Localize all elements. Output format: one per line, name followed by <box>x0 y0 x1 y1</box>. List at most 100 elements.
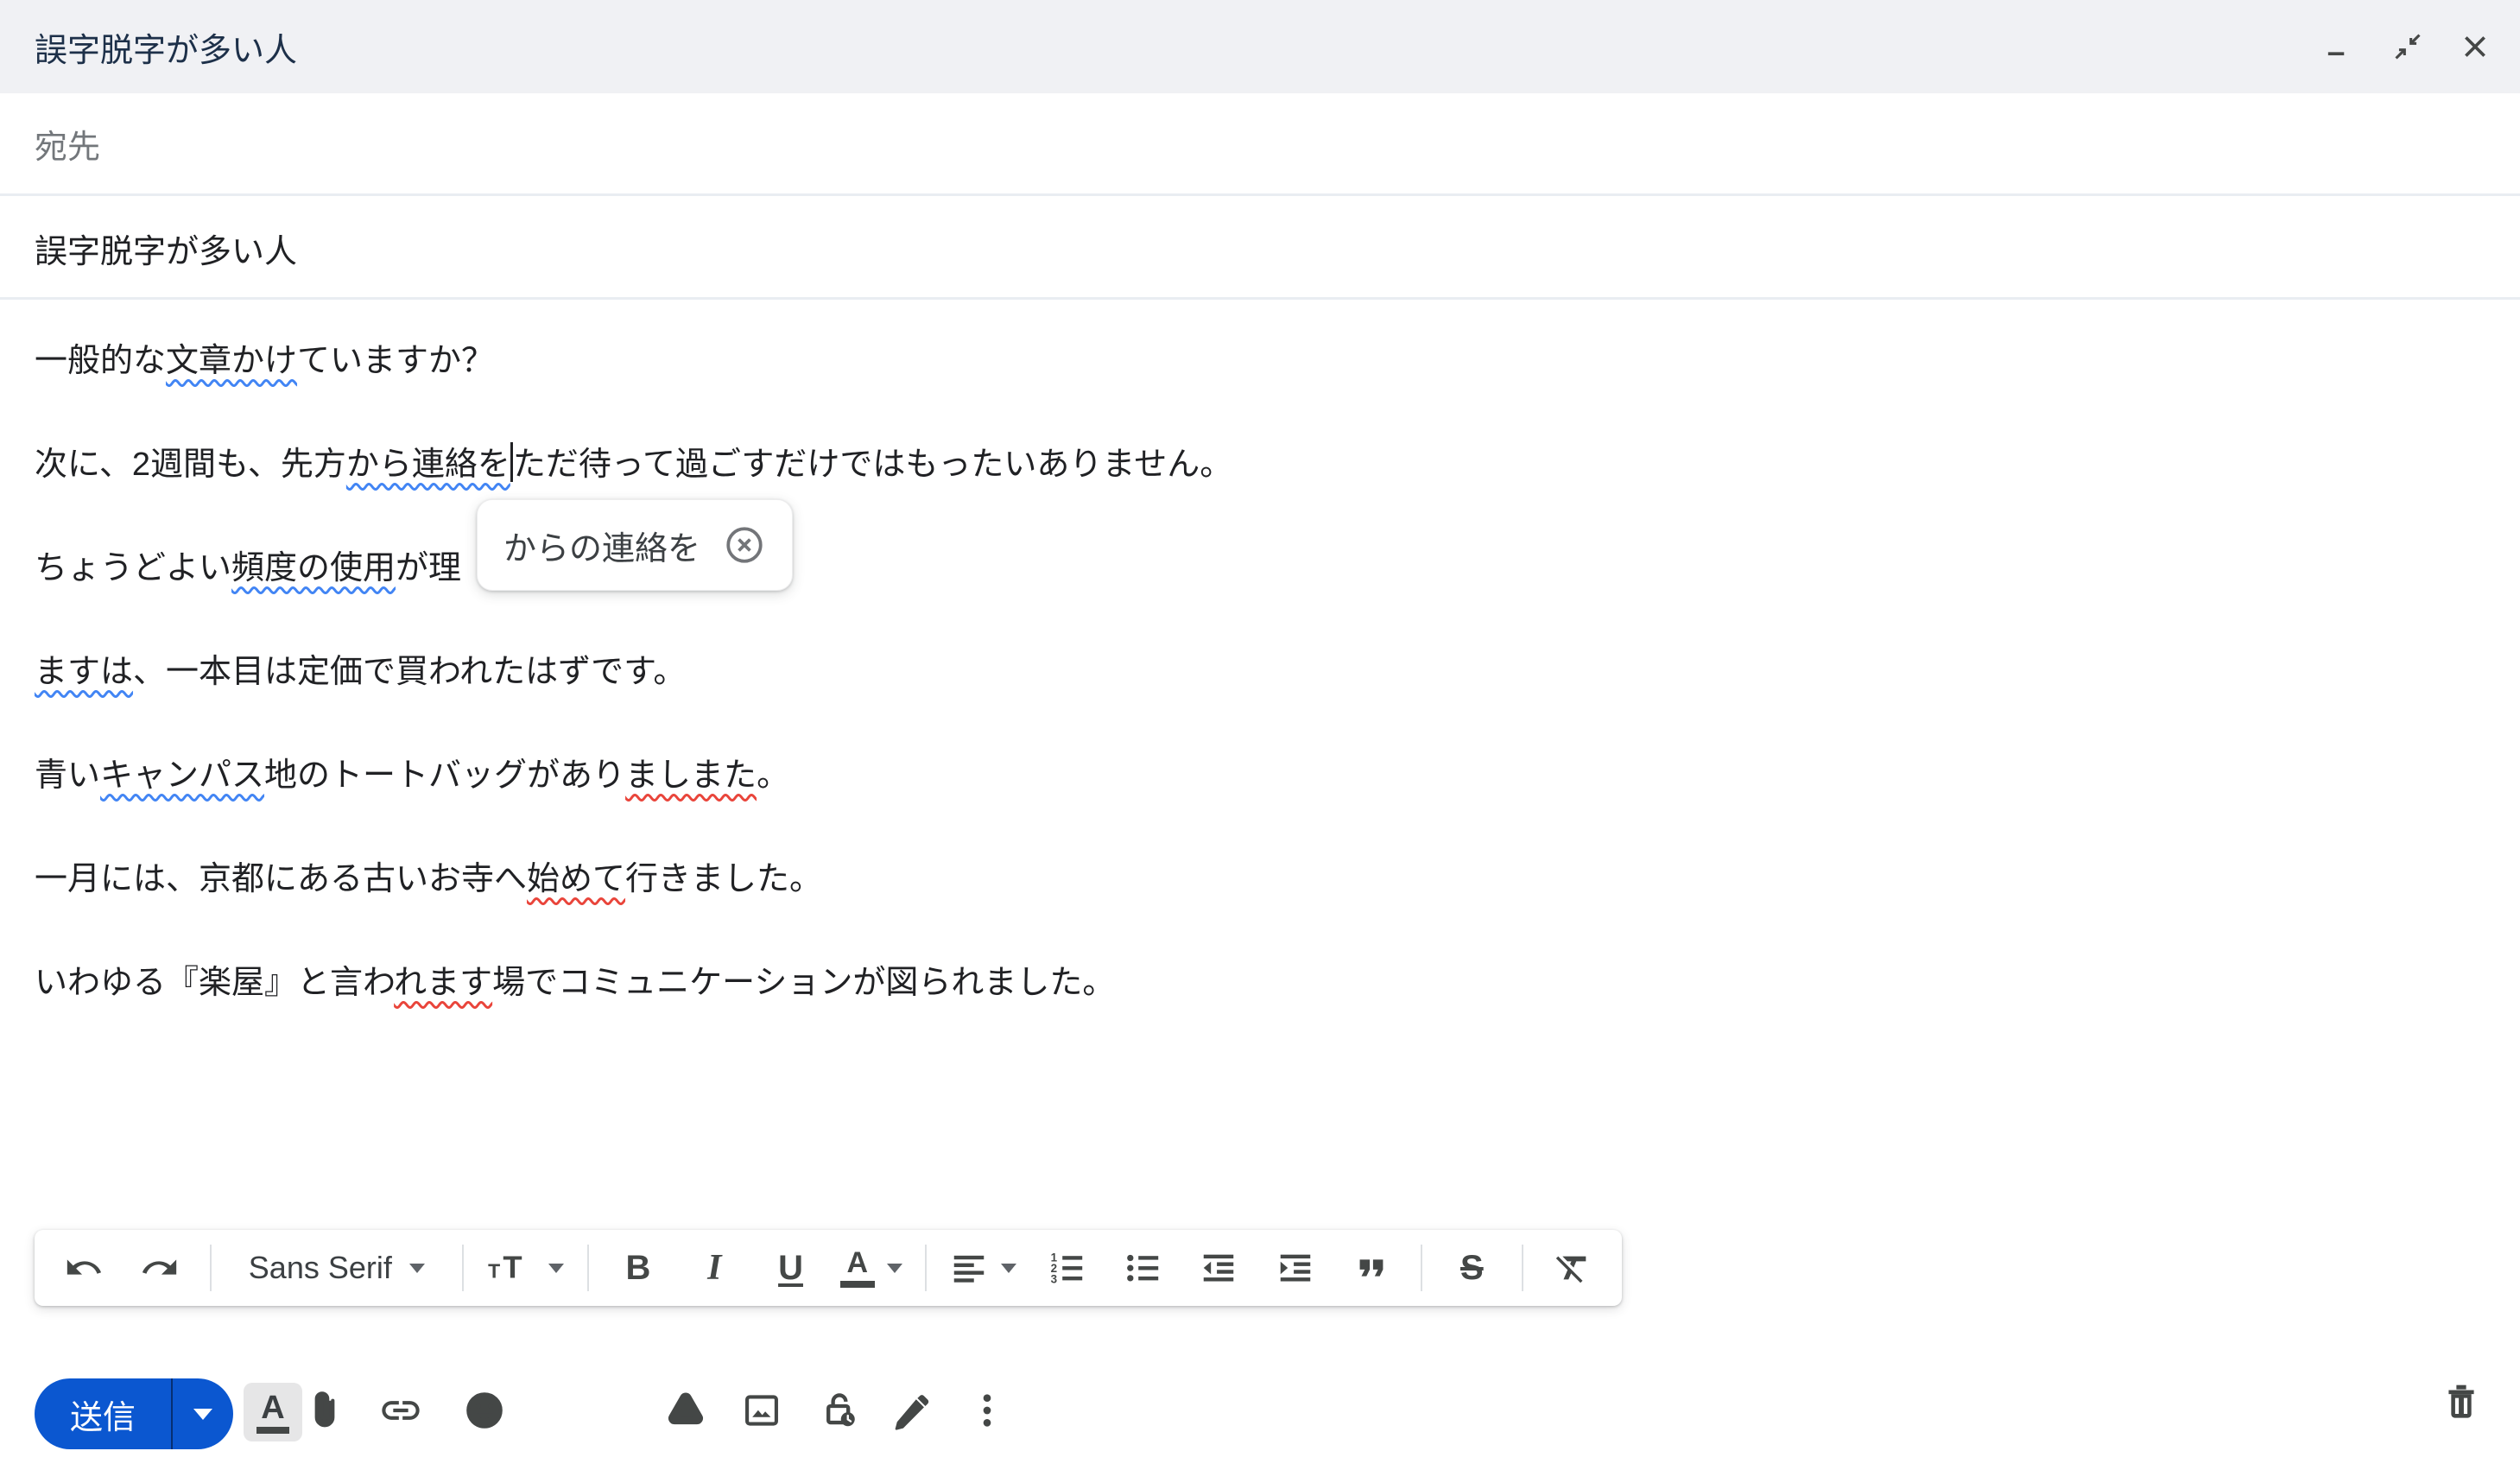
spelling-flag: 始めて <box>527 861 625 897</box>
toolbar-divider <box>1522 1245 1523 1291</box>
body-paragraph-2: 次に、2週間も、先方から連絡をただ待って過ごすだけではもったいありません。 <box>35 413 2485 516</box>
font-size-icon: T T <box>486 1248 536 1288</box>
insert-link-button[interactable] <box>374 1384 427 1437</box>
font-family-menu[interactable]: Sans Serif <box>234 1239 440 1296</box>
signature-icon <box>889 1388 934 1433</box>
formatting-options-icon: A <box>261 1391 284 1424</box>
spelling-flag: ましまた <box>625 757 757 794</box>
indent-increase-button[interactable] <box>1269 1239 1322 1296</box>
chevron-down-icon <box>193 1409 212 1420</box>
redo-icon <box>140 1248 180 1288</box>
minimize-button[interactable] <box>2321 28 2359 66</box>
quote-icon <box>1352 1248 1391 1288</box>
text-color-icon: A <box>840 1248 875 1288</box>
bulleted-list-button[interactable] <box>1116 1239 1169 1296</box>
italic-button[interactable]: I <box>687 1239 741 1296</box>
grammar-flag: から連絡を <box>346 447 510 483</box>
font-size-menu[interactable]: T T <box>486 1239 564 1296</box>
subject-value: 誤字脱字が多い人 <box>35 225 297 272</box>
svg-text:T: T <box>489 1260 501 1283</box>
compose-window: { "colors": { "header_bg": "#f0f1f4", "t… <box>0 0 2520 1470</box>
body-paragraph-6: 一月には、京都にある古いお寺へ始めて行きました。 <box>35 827 2485 931</box>
exit-fullscreen-button[interactable] <box>2389 28 2427 66</box>
undo-button[interactable] <box>57 1239 111 1296</box>
numbered-list-button[interactable]: 1 2 3 <box>1040 1239 1093 1296</box>
delete-draft-icon <box>2440 1379 2483 1422</box>
align-icon <box>949 1248 989 1288</box>
insert-emoji-button[interactable] <box>458 1384 511 1437</box>
underline-button[interactable]: U <box>764 1239 818 1296</box>
attach-files-button[interactable] <box>298 1384 351 1437</box>
quote-button[interactable] <box>1345 1239 1398 1296</box>
svg-text:3: 3 <box>1050 1272 1056 1285</box>
recipients-field[interactable]: 宛先 <box>0 93 2520 196</box>
send-label: 送信 <box>70 1391 136 1438</box>
clear-formatting-icon <box>1553 1248 1592 1288</box>
indent-increase-icon <box>1276 1248 1315 1288</box>
clear-formatting-button[interactable] <box>1546 1239 1599 1296</box>
message-body-input[interactable]: 一般的な文章かけていますか？ 次に、2週間も、先方から連絡をただ待って過ごすだけ… <box>35 309 2485 1035</box>
body-paragraph-5: 青いキャンパス地のトートバッグがありましまた。 <box>35 724 2485 827</box>
strikethrough-icon: S <box>1460 1249 1484 1288</box>
chevron-down-icon <box>548 1264 564 1273</box>
confidential-mode-button[interactable] <box>813 1384 866 1437</box>
suggestion-text[interactable]: からの連絡を <box>503 522 700 569</box>
emoji-icon <box>462 1388 507 1433</box>
formatting-toolbar: Sans Serif T T B I U A 1 2 3 <box>35 1230 1622 1306</box>
close-button[interactable] <box>2456 28 2494 66</box>
drive-icon <box>663 1388 708 1433</box>
indent-decrease-icon <box>1199 1248 1238 1288</box>
indent-decrease-button[interactable] <box>1192 1239 1245 1296</box>
send-options-button[interactable] <box>173 1378 233 1449</box>
strikethrough-button[interactable]: S <box>1445 1239 1498 1296</box>
bulleted-list-icon <box>1123 1248 1162 1288</box>
toolbar-divider <box>925 1245 927 1291</box>
body-paragraph-1: 一般的な文章かけていますか？ <box>35 309 2485 413</box>
numbered-list-icon: 1 2 3 <box>1047 1248 1086 1288</box>
formatting-options-button[interactable]: A <box>244 1383 302 1441</box>
dismiss-suggestion-button[interactable] <box>723 523 766 567</box>
insert-from-drive-button[interactable] <box>659 1384 712 1437</box>
delete-draft-button[interactable] <box>2434 1373 2489 1429</box>
recipients-placeholder: 宛先 <box>35 120 100 168</box>
toolbar-divider <box>462 1245 464 1291</box>
attach-icon <box>302 1388 347 1433</box>
bold-button[interactable]: B <box>611 1239 665 1296</box>
grammar-flag: ますは <box>35 654 133 690</box>
text-color-menu[interactable]: A <box>840 1239 902 1296</box>
compose-titlebar: 誤字脱字が多い人 <box>0 0 2520 93</box>
svg-text:T: T <box>503 1250 522 1285</box>
compose-title: 誤字脱字が多い人 <box>35 23 297 71</box>
italic-icon: I <box>707 1247 721 1289</box>
confidential-icon <box>817 1388 862 1433</box>
minimize-icon <box>2326 32 2355 61</box>
bold-icon: B <box>626 1249 651 1288</box>
link-icon <box>378 1388 423 1433</box>
redo-button[interactable] <box>133 1239 187 1296</box>
chevron-down-icon <box>887 1264 902 1273</box>
insert-photo-button[interactable] <box>735 1384 788 1437</box>
send-button-group: 送信 <box>35 1378 233 1449</box>
body-paragraph-3: ちょうどよい頻度の使用が理 <box>35 516 2485 620</box>
chevron-down-icon <box>409 1264 425 1273</box>
spellcheck-suggestion-popup[interactable]: からの連絡を <box>477 499 793 591</box>
more-options-icon <box>965 1388 1010 1433</box>
send-button[interactable]: 送信 <box>35 1378 173 1449</box>
chevron-down-icon <box>1001 1264 1016 1273</box>
toolbar-divider <box>587 1245 589 1291</box>
grammar-flag: 文章かけ <box>166 343 297 379</box>
toolbar-divider <box>210 1245 212 1291</box>
body-paragraph-7: いわゆる『楽屋』と言われます場でコミュニケーションが図られました。 <box>35 931 2485 1035</box>
grammar-flag: 頻度の使用 <box>231 550 396 586</box>
window-controls <box>2321 0 2494 93</box>
grammar-flag: キャンパス <box>100 757 264 794</box>
body-paragraph-4: ますは、一本目は定価で買われたはずです。 <box>35 620 2485 724</box>
toolbar-divider <box>1421 1245 1422 1291</box>
more-options-button[interactable] <box>960 1384 1014 1437</box>
spelling-flag: れます <box>394 965 492 1001</box>
subject-field[interactable]: 誤字脱字が多い人 <box>0 199 2520 300</box>
align-menu[interactable] <box>949 1239 1016 1296</box>
insert-signature-button[interactable] <box>884 1384 938 1437</box>
exit-fullscreen-icon <box>2393 32 2422 61</box>
underline-icon: U <box>778 1249 803 1288</box>
